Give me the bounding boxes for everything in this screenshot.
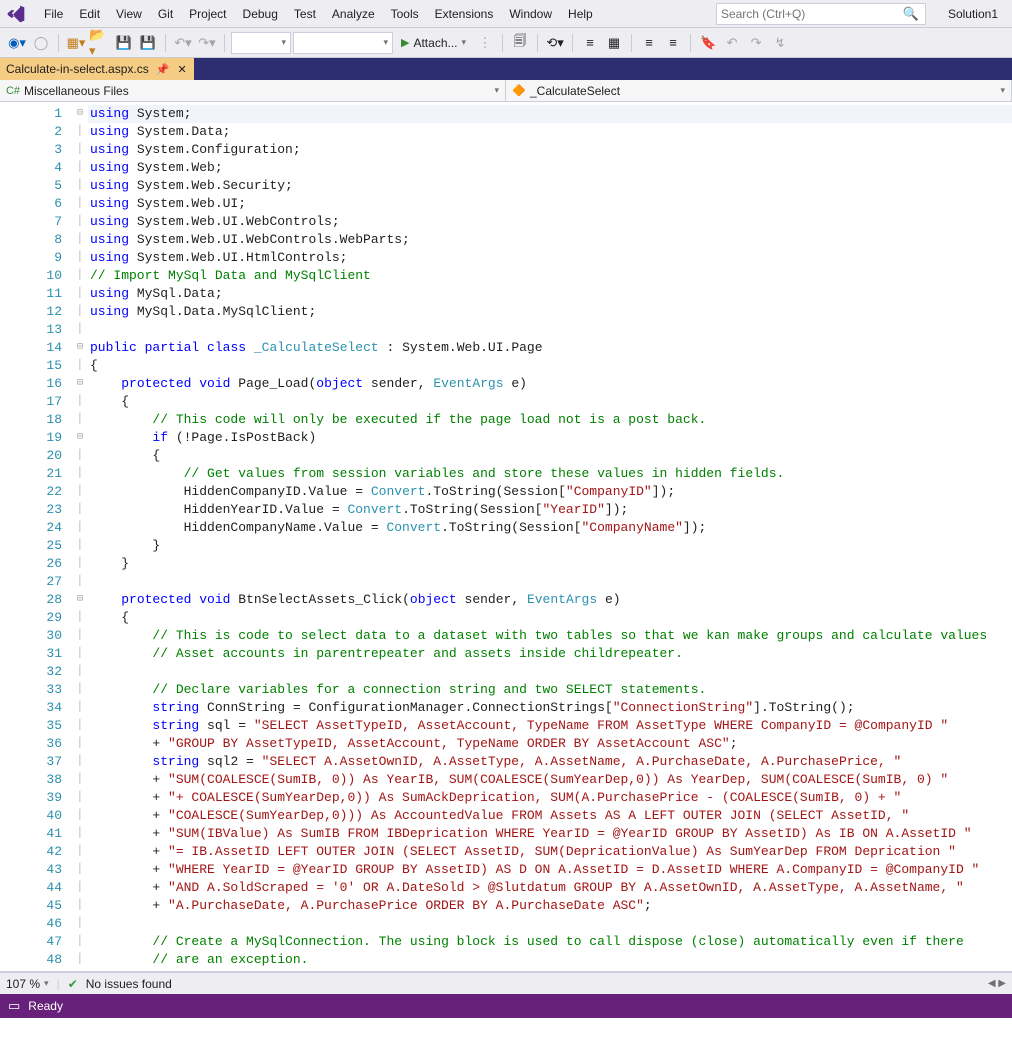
class-label: _CalculateSelect [530,84,620,98]
search-icon[interactable]: 🔍 [901,6,921,22]
toggle-outline-button[interactable]: ≡ [579,32,601,54]
menu-debug[interactable]: Debug [235,3,286,25]
class-icon: 🔶 [512,84,526,98]
bookmark-button[interactable]: 🔖 [697,32,719,54]
separator [58,34,59,52]
play-icon: ▶ [401,36,409,49]
class-combo[interactable]: 🔶 _CalculateSelect [506,80,1012,101]
code-nav-bar: C# Miscellaneous Files 🔶 _CalculateSelec… [0,80,1012,102]
tab-filename: Calculate-in-select.aspx.cs [6,62,149,76]
separator [165,34,166,52]
menu-analyze[interactable]: Analyze [324,3,383,25]
file-tab-active[interactable]: Calculate-in-select.aspx.cs 📌 ✕ [0,58,194,80]
scroll-arrows[interactable]: ◀ ▶ [988,978,1006,989]
solution-config-combo[interactable] [231,32,291,54]
menu-test[interactable]: Test [286,3,324,25]
zoom-combo[interactable]: 107 % ▾ [6,977,49,991]
menu-help[interactable]: Help [560,3,601,25]
menu-window[interactable]: Window [501,3,560,25]
line-number-gutter: 1234567891011121314151617181920212223242… [0,102,72,971]
clear-bookmarks-button: ↯ [769,32,791,54]
csharp-icon: C# [6,84,20,98]
step-button: ⋮ [474,32,496,54]
open-file-button[interactable]: 📂▾ [89,32,111,54]
separator [502,34,503,52]
code-content[interactable]: using System;using System.Data;using Sys… [88,102,1012,971]
undo-button: ↶▾ [172,32,194,54]
menu-view[interactable]: View [108,3,150,25]
output-icon[interactable]: ▭ [8,998,20,1014]
menu-bar: FileEditViewGitProjectDebugTestAnalyzeTo… [0,0,1012,28]
attach-label: Attach... [413,36,457,50]
menu-file[interactable]: File [36,3,71,25]
separator [690,34,691,52]
indent-more-button[interactable]: ≡ [662,32,684,54]
pin-icon[interactable]: 📌 [155,62,171,77]
indent-less-button[interactable]: ≡ [638,32,660,54]
status-ready: Ready [28,999,63,1013]
new-project-button[interactable]: ▦▾ [65,32,87,54]
menu-project[interactable]: Project [181,3,234,25]
vs-logo-icon [4,2,28,26]
close-icon[interactable]: ✕ [176,62,187,77]
separator [537,34,538,52]
nav-back-button[interactable]: ◉▾ [6,32,28,54]
ok-icon: ✔ [68,977,78,991]
scope-combo[interactable]: C# Miscellaneous Files [0,80,506,101]
browser-link-button[interactable]: ⟲▾ [544,32,566,54]
next-bookmark-button: ↷ [745,32,767,54]
quick-launch-search[interactable]: 🔍 [716,3,926,25]
standard-toolbar: ◉▾ ◯ ▦▾ 📂▾ 💾 💾 ↶▾ ↷▾ ▶ Attach... ▾ ⋮ 🗐 ⟲… [0,28,1012,58]
solution-platform-combo[interactable] [293,32,393,54]
status-bar: ▭ Ready [0,994,1012,1018]
save-button[interactable]: 💾 [113,32,135,54]
toggle-tree-button[interactable]: ▦ [603,32,625,54]
menu-tools[interactable]: Tools [383,3,427,25]
search-input[interactable] [721,7,901,21]
attach-debugger-button[interactable]: ▶ Attach... ▾ [395,32,472,54]
separator [572,34,573,52]
solution-name[interactable]: Solution1 [938,3,1008,25]
zoom-value: 107 % [6,977,40,991]
nav-forward-button: ◯ [30,32,52,54]
find-in-files-button[interactable]: 🗐 [509,32,531,54]
save-all-button[interactable]: 💾 [137,32,159,54]
code-editor[interactable]: 1234567891011121314151617181920212223242… [0,102,1012,972]
issues-label: No issues found [86,977,172,991]
separator [224,34,225,52]
redo-button: ↷▾ [196,32,218,54]
menu-git[interactable]: Git [150,3,181,25]
prev-bookmark-button: ↶ [721,32,743,54]
scope-label: Miscellaneous Files [24,84,129,98]
menu-edit[interactable]: Edit [71,3,108,25]
fold-column[interactable]: ⊟││││││││││││⊟│⊟││⊟││││││││⊟││││││││││││… [72,102,88,971]
menu-extensions[interactable]: Extensions [427,3,502,25]
document-tab-strip: Calculate-in-select.aspx.cs 📌 ✕ [0,58,1012,80]
separator [631,34,632,52]
editor-bottom-bar: 107 % ▾ | ✔ No issues found ◀ ▶ [0,972,1012,994]
